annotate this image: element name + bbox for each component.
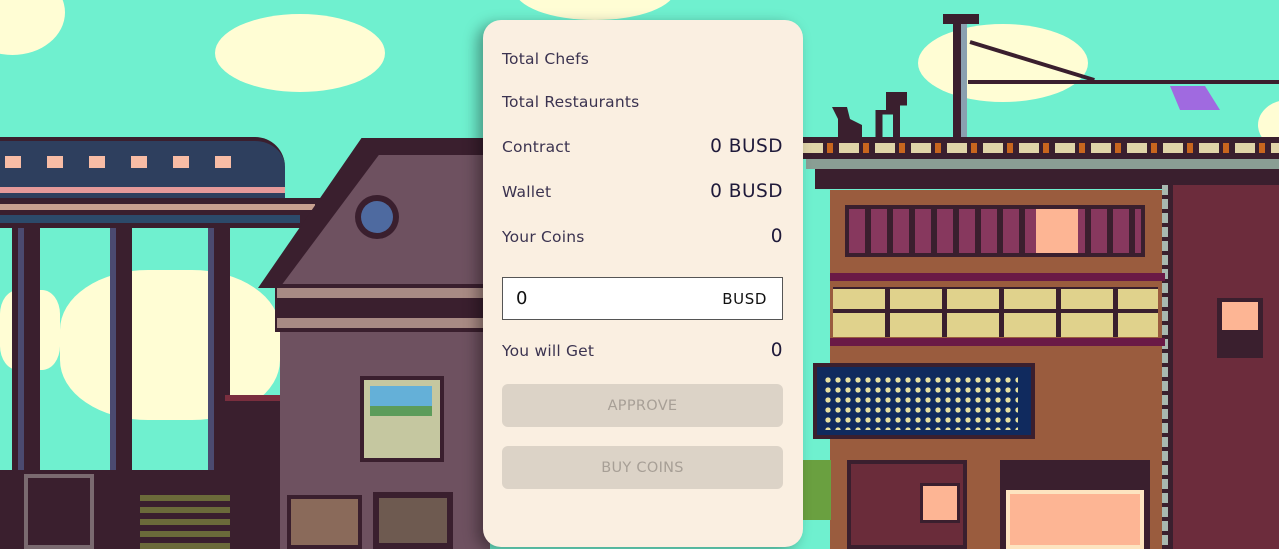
rail-beam [0, 198, 320, 228]
buy-coins-card: Total Chefs Total Restaurants Contract 0… [483, 20, 803, 547]
stat-label: Total Chefs [502, 50, 590, 68]
you-will-get-label: You will Get [502, 341, 595, 360]
amount-unit-label: BUSD [722, 289, 767, 308]
cloud [918, 24, 1088, 102]
door [373, 492, 453, 549]
house-cornice-stripe [277, 318, 490, 328]
crate [287, 495, 362, 549]
stat-label: Wallet [502, 182, 552, 201]
stairs [140, 495, 230, 549]
rail-beam-stripe [0, 204, 315, 210]
buy-coins-button[interactable]: BUY COINS [502, 446, 783, 489]
stat-value: 0 BUSD [710, 136, 783, 157]
stat-your-coins: Your Coins 0 [502, 226, 783, 247]
bird-right [875, 92, 907, 137]
approve-button[interactable]: APPROVE [502, 384, 783, 427]
stat-total-chefs: Total Chefs [502, 50, 783, 68]
cloud [0, 0, 65, 55]
brick-row-divider [833, 309, 1158, 313]
side-window-glass [1222, 302, 1258, 330]
led-sign-dots [823, 375, 1018, 430]
busd-amount-field[interactable]: BUSD [502, 277, 783, 320]
band-magenta [830, 338, 1165, 346]
sign-box [24, 474, 94, 549]
stat-total-restaurants: Total Restaurants [502, 93, 783, 111]
stat-wallet: Wallet 0 BUSD [502, 181, 783, 202]
shop-window-glass [1006, 490, 1144, 549]
stat-label: Your Coins [502, 227, 585, 246]
upper-windows [845, 205, 1145, 257]
pillar [110, 228, 132, 478]
train-windows [5, 156, 235, 168]
building-side [1165, 185, 1279, 549]
house-cornice-stripe [277, 288, 490, 298]
you-will-get-value: 0 [770, 340, 783, 361]
stat-label: Total Restaurants [502, 93, 640, 111]
cloud [515, 0, 675, 20]
shop-door-window [920, 483, 960, 523]
rooftop-pole [953, 20, 967, 140]
pillar [12, 228, 40, 478]
you-will-get-row: You will Get 0 [502, 340, 783, 361]
small-building [225, 395, 280, 481]
poster-image [370, 386, 432, 416]
drainpipe [1162, 185, 1168, 549]
house-window-round-glass [361, 201, 393, 233]
stat-value: 0 [770, 226, 783, 247]
train-stripe [0, 187, 285, 193]
rail-beam-stripe [0, 215, 300, 223]
lit-window [1036, 209, 1078, 253]
bird-left [832, 107, 862, 137]
roof-ledge-tiles [803, 143, 1279, 153]
train [0, 137, 285, 205]
band-magenta [830, 273, 1165, 281]
cloud [215, 14, 385, 92]
busd-amount-input[interactable] [516, 288, 666, 309]
rooftop-pole-cap [943, 14, 979, 24]
stat-contract: Contract 0 BUSD [502, 136, 783, 157]
stat-label: Contract [502, 137, 571, 156]
green-panel [803, 460, 831, 520]
ufo [1170, 86, 1220, 110]
wire [968, 80, 1279, 84]
stat-value: 0 BUSD [710, 181, 783, 202]
roof-fascia [806, 159, 1279, 169]
